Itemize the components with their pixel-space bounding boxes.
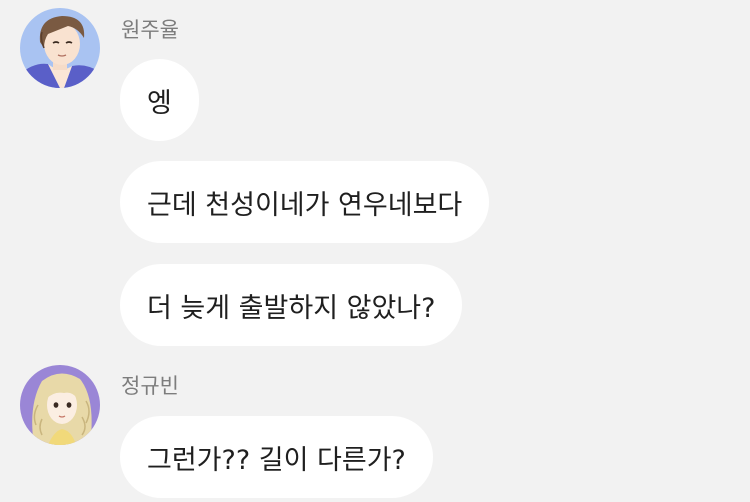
message-bubble: 근데 천성이네가 연우네보다	[120, 161, 490, 243]
message-bubble: 엥	[120, 59, 199, 141]
sender-name: 원주율	[121, 18, 179, 42]
sender-name: 정규빈	[121, 374, 179, 398]
message-bubble: 더 늦게 출발하지 않았나?	[120, 264, 463, 346]
girl-avatar-icon[interactable]	[20, 365, 100, 445]
boy-avatar-icon[interactable]	[20, 8, 100, 88]
message-bubble: 그런가?? 길이 다른가?	[120, 416, 433, 498]
